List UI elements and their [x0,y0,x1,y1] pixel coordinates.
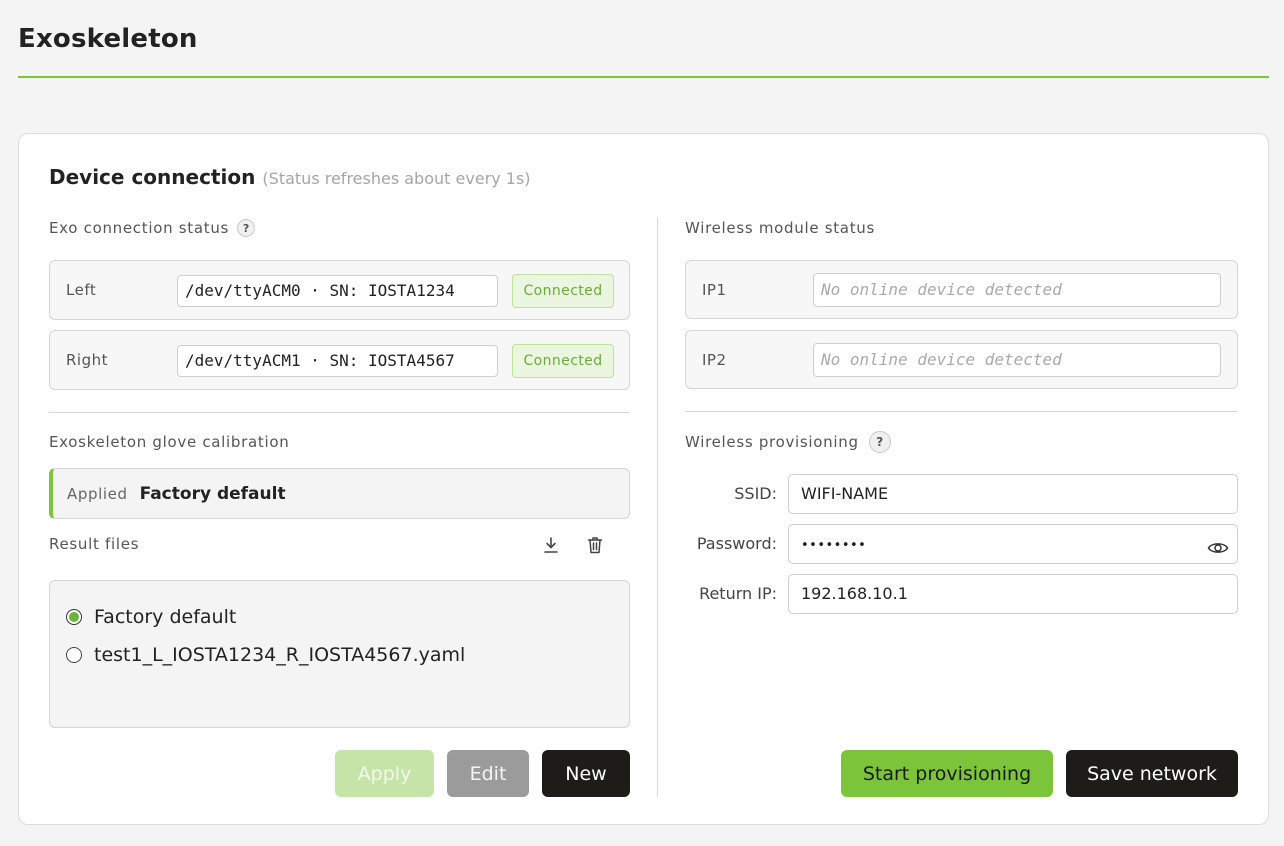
password-input[interactable]: •••••••• [788,524,1238,564]
exo-connection-status-text: Exo connection status [49,219,230,237]
exo-row-left: Left /dev/ttyACM0 · SN: IOSTA1234 Connec… [49,260,630,320]
status-badge: Connected [512,274,614,308]
app-title: Exoskeleton [18,24,198,54]
exo-row-left-label: Left [66,281,97,299]
applied-calibration: Applied Factory default [49,468,630,519]
wireless-row-ip1: IP1 No online device detected [685,260,1238,319]
exo-row-right: Right /dev/ttyACM1 · SN: IOSTA4567 Conne… [49,330,630,390]
wireless-provisioning-text: Wireless provisioning [685,433,859,451]
new-button[interactable]: New [542,750,630,797]
calibration-label: Exoskeleton glove calibration [49,433,290,451]
password-value: •••••••• [801,538,867,553]
wireless-provisioning-label: Wireless provisioning ? [685,431,891,453]
help-icon[interactable]: ? [237,219,256,237]
ip1-label: IP1 [702,280,727,299]
card-title: Device connection [49,165,256,189]
card-header: Device connection (Status refreshes abou… [49,165,531,189]
ssid-label: SSID: [734,484,777,503]
save-network-button[interactable]: Save network [1066,750,1238,797]
apply-button[interactable]: Apply [335,750,434,797]
return-ip-label: Return IP: [699,584,777,603]
result-files-label: Result files [49,535,140,553]
wireless-module-status-label: Wireless module status [685,219,876,237]
radio-button-selected[interactable] [66,609,82,625]
title-divider [18,76,1269,78]
radio-button[interactable] [66,647,82,663]
exo-right-port-field[interactable]: /dev/ttyACM1 · SN: IOSTA4567 [177,345,498,377]
help-icon[interactable]: ? [868,431,891,453]
wireless-row-ip2: IP2 No online device detected [685,330,1238,389]
file-name: Factory default [94,606,237,628]
file-name: test1_L_IOSTA1234_R_IOSTA4567.yaml [94,644,466,666]
result-files-list: Factory default test1_L_IOSTA1234_R_IOST… [49,580,630,728]
applied-value: Factory default [139,483,286,504]
section-divider [685,411,1238,412]
ip1-field[interactable]: No online device detected [813,273,1221,307]
column-divider [657,217,658,797]
status-badge: Connected [512,344,614,378]
exo-row-right-label: Right [66,351,108,369]
list-item[interactable]: test1_L_IOSTA1234_R_IOSTA4567.yaml [66,644,465,666]
list-item[interactable]: Factory default [66,606,236,628]
edit-button[interactable]: Edit [447,750,529,797]
start-provisioning-button[interactable]: Start provisioning [841,750,1053,797]
section-divider [49,412,630,413]
exo-connection-status-label: Exo connection status ? [49,219,256,237]
trash-icon[interactable] [583,533,607,557]
return-ip-input[interactable]: 192.168.10.1 [788,574,1238,614]
exo-left-port-field[interactable]: /dev/ttyACM0 · SN: IOSTA1234 [177,275,498,307]
applied-label: Applied [67,484,128,503]
eye-icon[interactable] [1207,534,1229,554]
ssid-input[interactable]: WIFI-NAME [788,474,1238,514]
ip2-field[interactable]: No online device detected [813,343,1221,377]
ip2-label: IP2 [702,350,727,369]
device-connection-card: Device connection (Status refreshes abou… [18,133,1269,825]
password-label: Password: [696,534,777,553]
card-subtitle: (Status refreshes about every 1s) [262,169,531,188]
download-icon[interactable] [539,533,563,557]
